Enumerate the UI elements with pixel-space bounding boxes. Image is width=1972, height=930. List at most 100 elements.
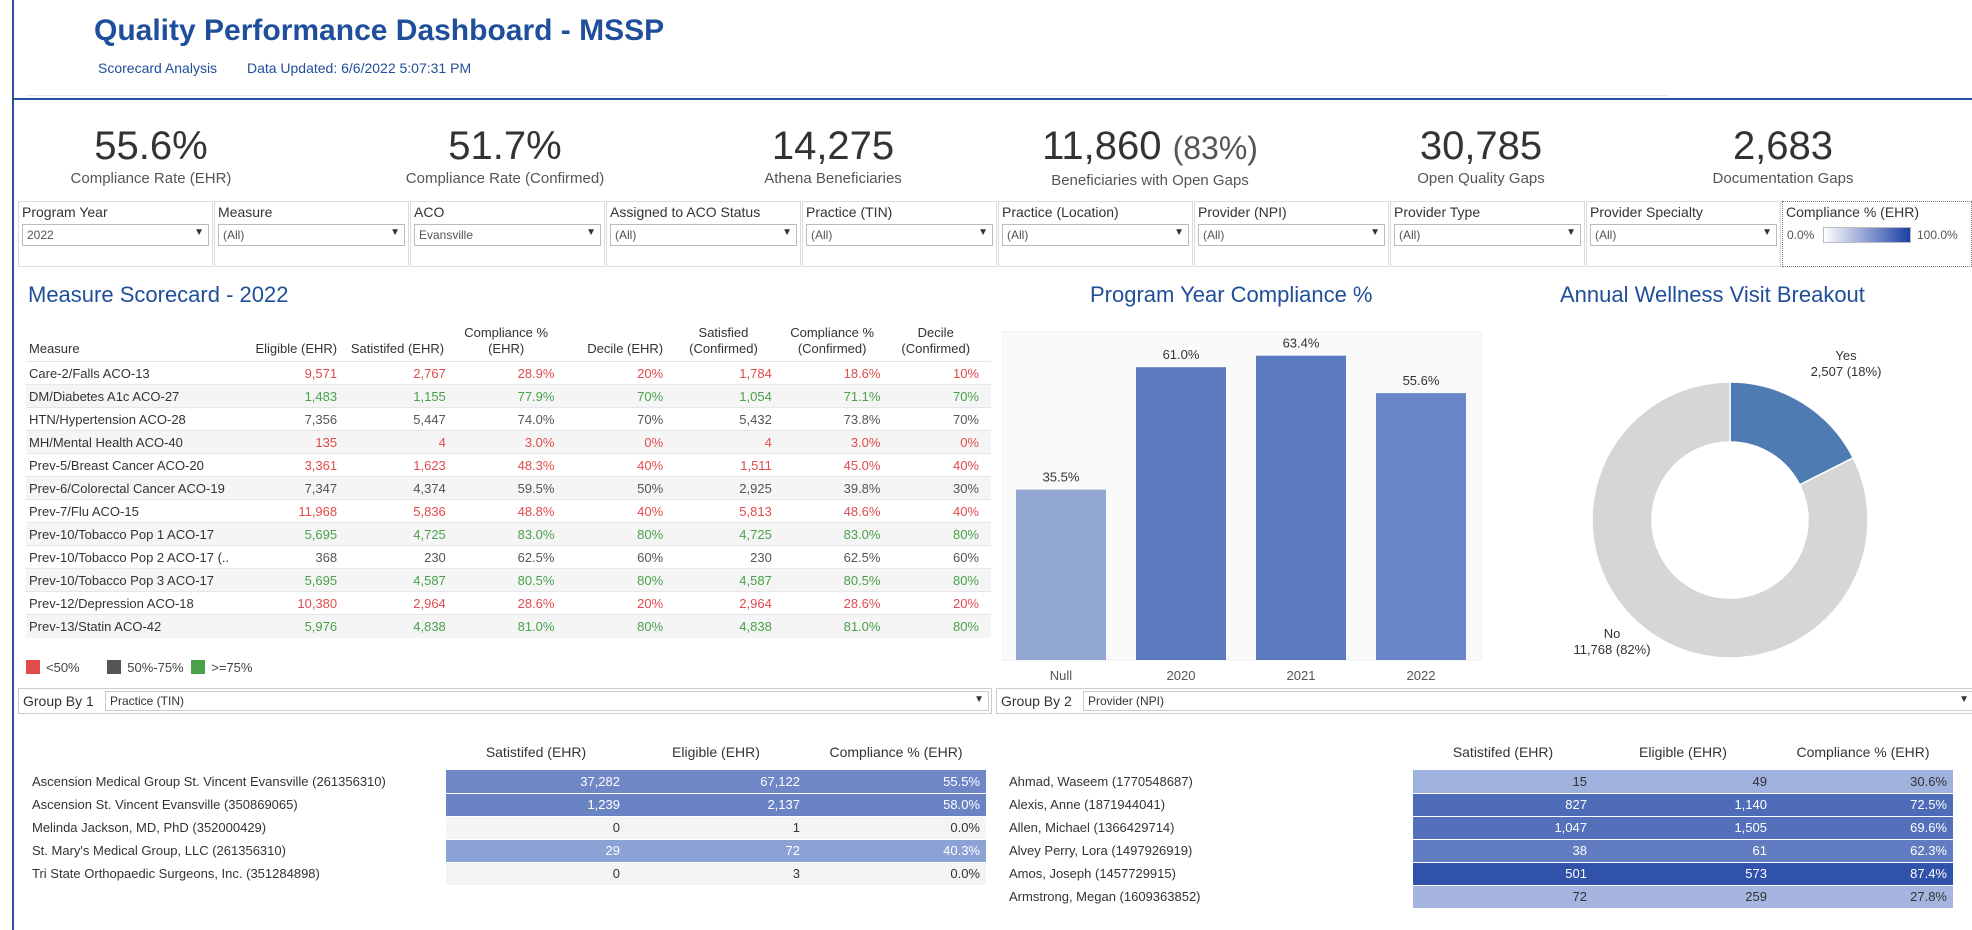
table-row[interactable]: Ascension Medical Group St. Vincent Evan… — [26, 770, 986, 794]
col-compliance[interactable]: Compliance % (EHR) — [1773, 744, 1953, 770]
scorecard-cell: 81.0% — [783, 614, 893, 638]
col-eligible[interactable]: Eligible (EHR) — [1593, 744, 1773, 770]
col-satisfied-ehr[interactable]: Satistifed (EHR) — [349, 325, 458, 362]
col-decile-ehr[interactable]: Decile (EHR) — [566, 325, 675, 362]
heat-cell: 0 — [446, 862, 626, 886]
table-row[interactable]: Alexis, Anne (1871944041) 827 1,140 72.5% — [1003, 793, 1953, 817]
col-compliance[interactable]: Compliance % (EHR) — [806, 744, 986, 770]
col-satisfied-confirmed[interactable]: Satisfied (Confirmed) — [675, 325, 784, 362]
scorecard-row[interactable]: Prev-5/Breast Cancer ACO-20 3,361 1,623 48.… — [26, 453, 991, 477]
group-by-1[interactable]: Group By 1 Practice (TIN) ▼ — [18, 688, 992, 714]
heat-cell: 3 — [626, 862, 806, 886]
col-eligible[interactable]: Eligible (EHR) — [626, 744, 806, 770]
filter-select[interactable]: 2022 ▼ — [22, 224, 209, 246]
filter-provider-type[interactable]: Provider Type (All) ▼ — [1390, 201, 1585, 267]
col-compliance-confirmed[interactable]: Compliance % (Confirmed) — [784, 325, 893, 362]
table-row[interactable]: Ascension St. Vincent Evansville (350869… — [26, 793, 986, 817]
heat-cell: 1,505 — [1593, 816, 1773, 840]
heat-cell: 72 — [1413, 885, 1593, 909]
filter-select[interactable]: (All) ▼ — [806, 224, 993, 246]
measure-name: Prev-12/Depression ACO-18 — [26, 591, 247, 615]
filter-select[interactable]: (All) ▼ — [1198, 224, 1385, 246]
filter-provider-npi[interactable]: Provider (NPI) (All) ▼ — [1194, 201, 1389, 267]
scorecard-row[interactable]: Prev-10/Tobacco Pop 2 ACO-17 (.. 368 230 62… — [26, 545, 991, 569]
col-measure[interactable]: Measure — [26, 325, 247, 362]
slice-label-name: Yes — [1835, 348, 1857, 363]
col-eligible-ehr[interactable]: Eligible (EHR) — [247, 325, 350, 362]
color-range-slider[interactable] — [1823, 227, 1911, 243]
scorecard-row[interactable]: Prev-10/Tobacco Pop 1 ACO-17 5,695 4,725 83… — [26, 522, 991, 546]
x-tick-label: 2020 — [1167, 668, 1196, 683]
filter-select[interactable]: (All) ▼ — [1002, 224, 1189, 246]
scorecard-row[interactable]: Care-2/Falls ACO-13 9,571 2,767 28.9% 20% 1,7… — [26, 361, 991, 385]
scorecard-row[interactable]: HTN/Hypertension ACO-28 7,356 5,447 74.0% 70… — [26, 407, 991, 431]
kpi-value: 2,683 — [1732, 124, 1834, 168]
table-row[interactable]: Ahmad, Waseem (1770548687) 15 49 30.6% — [1003, 770, 1953, 794]
filter-assigned-status[interactable]: Assigned to ACO Status (All) ▼ — [606, 201, 801, 267]
group-by-2[interactable]: Group By 2 Provider (NPI) ▼ — [996, 688, 1972, 714]
scorecard-analysis-link[interactable]: Scorecard Analysis — [98, 60, 217, 76]
filter-measure[interactable]: Measure (All) ▼ — [214, 201, 409, 267]
kpi-label: Documentation Gaps — [1712, 170, 1854, 187]
bar-Null[interactable] — [1016, 489, 1106, 660]
scorecard-cell: 135 — [246, 430, 350, 454]
bar-value-label: 63.4% — [1283, 336, 1320, 351]
donut-chart-title: Annual Wellness Visit Breakout — [1560, 282, 1865, 307]
filter-program-year[interactable]: Program Year 2022 ▼ — [18, 201, 213, 267]
row-name: Tri State Orthopaedic Surgeons, Inc. (35… — [32, 866, 320, 881]
table-row[interactable]: Melinda Jackson, MD, PhD (352000429) 0 1 0.… — [26, 816, 986, 840]
col-satisfied[interactable]: Satistifed (EHR) — [1413, 744, 1593, 770]
bar-value-label: 61.0% — [1163, 347, 1200, 362]
bar-2022[interactable] — [1376, 393, 1466, 660]
filter-label: Practice (TIN) — [806, 204, 893, 220]
scorecard-cell: 28.6% — [457, 591, 567, 615]
scorecard-row[interactable]: Prev-13/Statin ACO-42 5,976 4,838 81.0% 80% 4… — [26, 614, 991, 638]
bar-2021[interactable] — [1256, 355, 1346, 660]
scorecard-cell: 70% — [892, 407, 991, 431]
legend-item: 50%-75% — [107, 660, 184, 675]
scorecard-row[interactable]: Prev-12/Depression ACO-18 10,380 2,964 28.6… — [26, 591, 991, 615]
group-by-2-select[interactable]: Provider (NPI) ▼ — [1083, 691, 1972, 711]
filter-select[interactable]: (All) ▼ — [218, 224, 405, 246]
scorecard-cell: 80% — [892, 614, 991, 638]
scorecard-row[interactable]: Prev-10/Tobacco Pop 3 ACO-17 5,695 4,587 80… — [26, 568, 991, 592]
scorecard-cell: 40% — [892, 499, 991, 523]
kpi-value: 30,785 — [1419, 124, 1543, 168]
filter-provider-specialty[interactable]: Provider Specialty (All) ▼ — [1586, 201, 1781, 267]
x-tick-label: Null — [1050, 668, 1073, 683]
bar-2020[interactable] — [1136, 367, 1226, 660]
filter-compliance-range[interactable]: Compliance % (EHR) 0.0% 100.0% — [1782, 201, 1972, 267]
filter-label: Program Year — [22, 204, 108, 220]
range-min: 0.0% — [1787, 228, 1815, 242]
table-row[interactable]: Alvey Perry, Lora (1497926919) 38 61 62.3% — [1003, 839, 1953, 863]
filter-label: Provider (NPI) — [1198, 204, 1287, 220]
scorecard-cell: 80.5% — [783, 568, 893, 592]
scorecard-cell: 28.6% — [783, 591, 893, 615]
table-row[interactable]: Armstrong, Megan (1609363852) 72 259 27.8% — [1003, 885, 1953, 909]
scorecard-cell: 2,925 — [675, 476, 784, 500]
filter-practice-tin[interactable]: Practice (TIN) (All) ▼ — [802, 201, 997, 267]
filter-label: Provider Specialty — [1590, 204, 1703, 220]
table-row[interactable]: Amos, Joseph (1457729915) 501 573 87.4% — [1003, 862, 1953, 886]
scorecard-row[interactable]: DM/Diabetes A1c ACO-27 1,483 1,155 77.9% 70%… — [26, 384, 991, 408]
scorecard-row[interactable]: Prev-6/Colorectal Cancer ACO-19 7,347 4,37… — [26, 476, 991, 500]
col-decile-confirmed[interactable]: Decile (Confirmed) — [892, 325, 991, 362]
scorecard-cell: 73.8% — [783, 407, 893, 431]
table-row[interactable]: Allen, Michael (1366429714) 1,047 1,505 69.… — [1003, 816, 1953, 840]
scorecard-row[interactable]: Prev-7/Flu ACO-15 11,968 5,836 48.8% 40% 5,81… — [26, 499, 991, 523]
filter-practice-location[interactable]: Practice (Location) (All) ▼ — [998, 201, 1193, 267]
kpi-compliance-ehr: 55.6% Compliance Rate (EHR) — [26, 122, 276, 187]
table-row[interactable]: St. Mary's Medical Group, LLC (261356310… — [26, 839, 986, 863]
measure-name: Prev-10/Tobacco Pop 2 ACO-17 (.. — [26, 545, 247, 569]
scorecard-row[interactable]: MH/Mental Health ACO-40 135 4 3.0% 0% 4 3.0% 0% — [26, 430, 991, 454]
col-compliance-ehr[interactable]: Compliance % (EHR) — [458, 325, 567, 362]
table-row[interactable]: Tri State Orthopaedic Surgeons, Inc. (35… — [26, 862, 986, 886]
group-by-1-select[interactable]: Practice (TIN) ▼ — [105, 691, 989, 711]
filter-aco[interactable]: ACO Evansville ▼ — [410, 201, 605, 267]
filter-select[interactable]: (All) ▼ — [610, 224, 797, 246]
scorecard-cell: 5,836 — [349, 499, 458, 523]
filter-select[interactable]: Evansville ▼ — [414, 224, 601, 246]
filter-select[interactable]: (All) ▼ — [1394, 224, 1581, 246]
col-satisfied[interactable]: Satistifed (EHR) — [446, 744, 626, 770]
filter-select[interactable]: (All) ▼ — [1590, 224, 1777, 246]
